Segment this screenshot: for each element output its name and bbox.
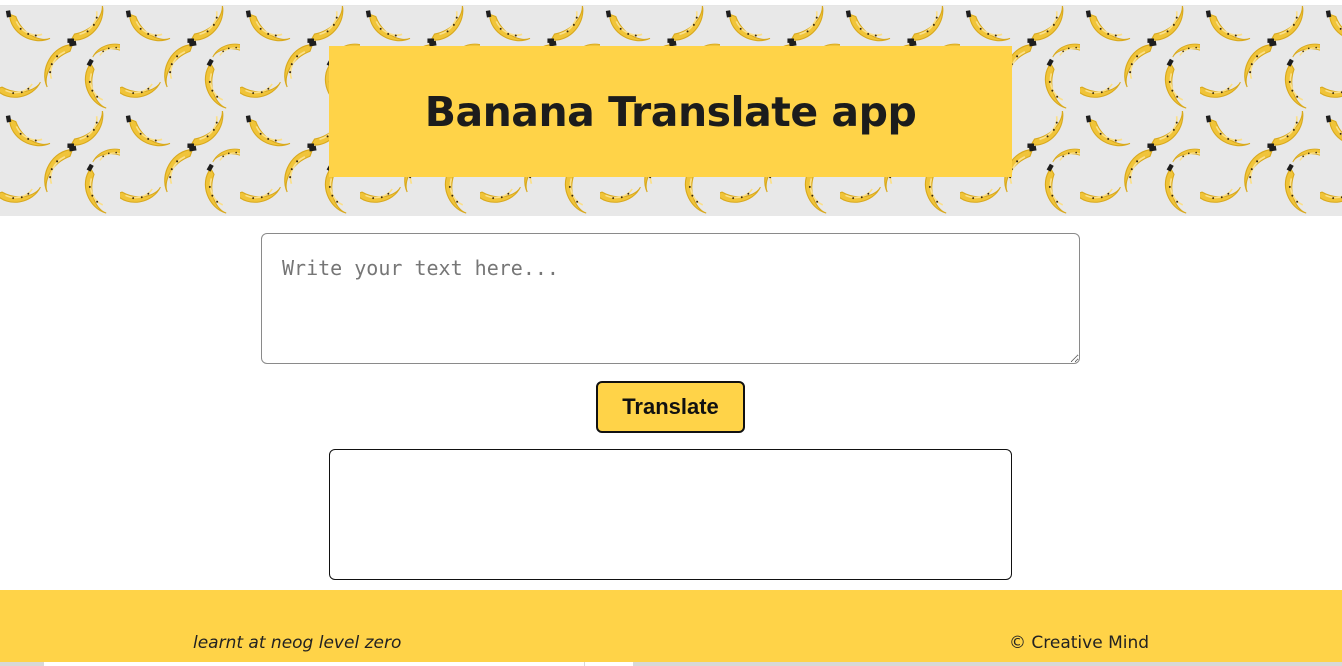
horizontal-scrollbar[interactable] [0, 662, 1342, 666]
scrollbar-thumb-secondary[interactable] [585, 662, 633, 666]
footer: learnt at neog level zero © Creative Min… [0, 590, 1342, 666]
hero-banner: Banana Translate app [0, 6, 1342, 216]
translate-button[interactable]: Translate [596, 381, 745, 433]
page-title: Banana Translate app [424, 87, 917, 136]
translation-output [329, 449, 1012, 580]
footer-copyright: © Creative Mind [1009, 633, 1150, 653]
text-input[interactable] [261, 233, 1080, 364]
scrollbar-thumb[interactable] [44, 662, 584, 666]
footer-credit-text: learnt at neog level zero [193, 633, 402, 653]
title-box: Banana Translate app [329, 46, 1012, 177]
